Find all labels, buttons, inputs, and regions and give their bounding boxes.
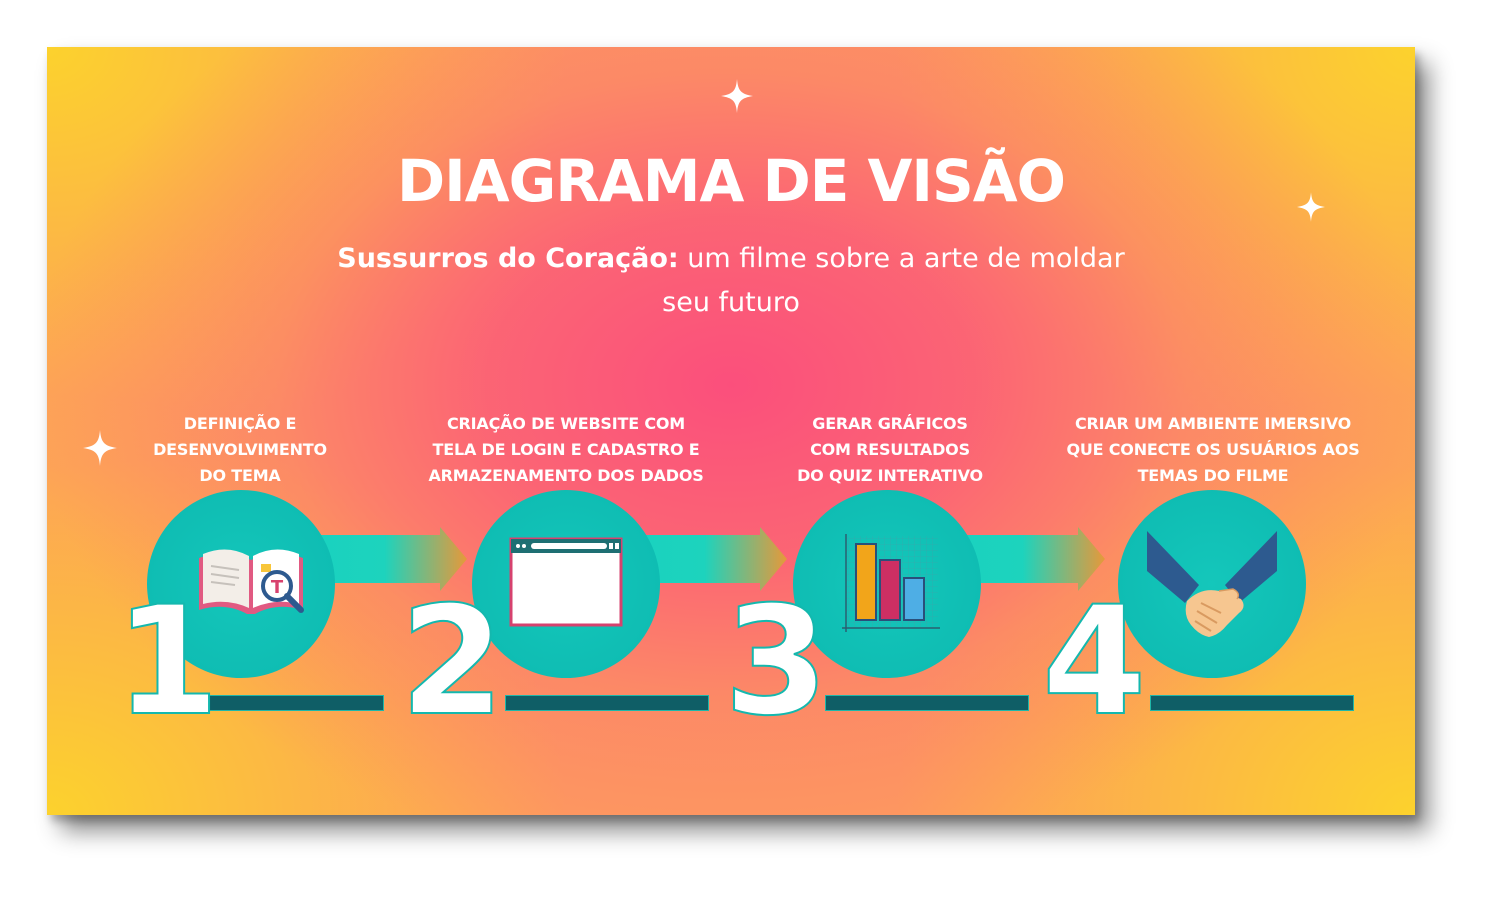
sparkle-icon: [83, 430, 117, 466]
step-1-number: 1: [114, 575, 220, 749]
subtitle: Sussurros do Coração: um filme sobre a a…: [331, 237, 1131, 325]
sparkle-icon: [721, 79, 753, 113]
film-title: Sussurros do Coração:: [337, 243, 679, 274]
page-title: DIAGRAMA DE VISÃO: [397, 147, 1066, 215]
handshake-icon: [1147, 531, 1277, 637]
svg-text:T: T: [271, 577, 284, 598]
step-4-number: 4: [1041, 575, 1147, 749]
step-3-baseline: [825, 695, 1029, 711]
step-2-number: 2: [399, 575, 505, 749]
step-2-label: CRIAÇÃO DE WEBSITE COM TELA DE LOGIN E C…: [428, 414, 704, 485]
step-2-baseline: [505, 695, 709, 711]
step-3-label: GERAR GRÁFICOS COM RESULTADOS DO QUIZ IN…: [797, 414, 983, 485]
step-1-label: DEFINIÇÃO E DESENVOLVIMENTO DO TEMA: [153, 414, 327, 485]
step-4-baseline: [1150, 695, 1354, 711]
step-3-number: 3: [723, 575, 829, 749]
browser-window-icon: [509, 537, 623, 627]
slide: DIAGRAMA DE VISÃO Sussurros do Coração: …: [47, 47, 1415, 815]
bar-chart-icon: [842, 534, 940, 632]
step-4-label: CRIAR UM AMBIENTE IMERSIVO QUE CONECTE O…: [1066, 414, 1360, 485]
subtitle-text: um filme sobre a arte de moldar seu futu…: [662, 243, 1125, 318]
